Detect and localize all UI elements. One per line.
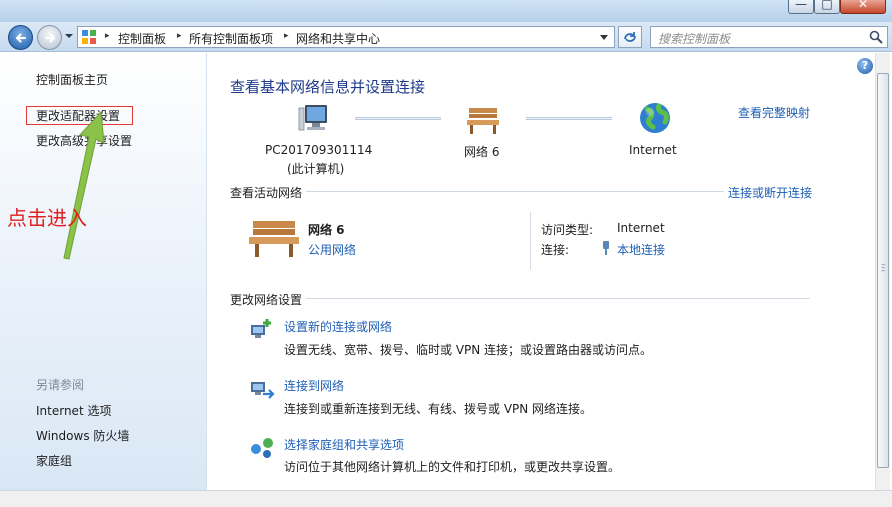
help-icon[interactable]: ? — [857, 58, 873, 74]
breadcrumb-separator-icon: ▸ — [105, 31, 110, 41]
breadcrumb-separator-icon: ▸ — [177, 31, 182, 41]
sidebar-item-windows-firewall[interactable]: Windows 防火墙 — [36, 427, 129, 444]
navigation-bar: ▸ 控制面板 ▸ 所有控制面板项 ▸ 网络和共享中心 搜索控制面板 — [0, 22, 892, 52]
network-map-label: 网络 6 — [464, 145, 500, 159]
access-type-value: Internet — [617, 221, 665, 235]
refresh-icon — [624, 32, 636, 42]
address-dropdown-icon[interactable] — [600, 35, 608, 40]
computer-sub-label: (此计算机) — [287, 162, 345, 176]
sidebar-item-advanced-sharing[interactable]: 更改高级共享设置 — [36, 132, 132, 149]
sidebar-item-control-panel-home[interactable]: 控制面板主页 — [36, 71, 108, 88]
task-desc-new-connection: 设置无线、宽带、拨号、临时或 VPN 连接；或设置路由器或访问点。 — [284, 343, 653, 357]
task-desc-homegroup-sharing: 访问位于其他网络计算机上的文件和打印机，或更改共享设置。 — [284, 460, 621, 474]
minimize-button[interactable]: — — [788, 0, 814, 14]
breadcrumb-all-items[interactable]: 所有控制面板项 — [189, 30, 273, 47]
annotation-highlight-box — [26, 106, 133, 125]
connect-disconnect-link[interactable]: 连接或断开连接 — [726, 184, 813, 201]
back-button[interactable] — [8, 25, 33, 50]
task-link-new-connection[interactable]: 设置新的连接或网络 — [284, 318, 392, 335]
close-icon: ✕ — [857, 0, 869, 11]
address-bar[interactable]: ▸ 控制面板 ▸ 所有控制面板项 ▸ 网络和共享中心 — [77, 26, 615, 48]
minimize-icon: — — [795, 0, 807, 11]
section-divider — [306, 298, 810, 299]
access-type-label: 访问类型: — [541, 223, 594, 237]
search-icon[interactable] — [869, 30, 883, 44]
back-arrow-icon — [15, 33, 27, 43]
local-connection-link[interactable]: 本地连接 — [617, 241, 665, 258]
forward-button[interactable] — [37, 25, 62, 50]
computer-name-label: PC201709301114 — [265, 143, 373, 157]
search-placeholder: 搜索控制面板 — [658, 32, 731, 46]
window-title-bar: — □ ✕ — [0, 0, 892, 22]
maximize-icon: □ — [821, 0, 833, 11]
internet-label: Internet — [629, 143, 677, 157]
see-full-map-link[interactable]: 查看完整映射 — [738, 104, 810, 121]
scrollbar-grip-icon: – – – — [881, 260, 886, 276]
network-type-link[interactable]: 公用网络 — [308, 241, 356, 258]
section-divider — [306, 191, 724, 192]
control-panel-icon — [82, 30, 96, 44]
active-network-name: 网络 6 — [308, 223, 345, 237]
new-connection-icon — [251, 319, 271, 338]
computer-icon — [298, 105, 327, 131]
sidebar-item-internet-options[interactable]: Internet 选项 — [36, 402, 111, 419]
sidebar-item-homegroup[interactable]: 家庭组 — [36, 452, 72, 469]
vertical-scrollbar[interactable]: – – – — [875, 53, 890, 490]
active-networks-heading: 查看活动网络 — [230, 186, 303, 200]
scrollbar-thumb[interactable]: – – – — [877, 73, 889, 468]
breadcrumb-control-panel[interactable]: 控制面板 — [118, 30, 166, 47]
search-input[interactable]: 搜索控制面板 — [650, 26, 888, 48]
connections-label: 连接: — [541, 243, 570, 257]
annotation-click-text: 点击进入 — [7, 206, 87, 230]
internet-globe-icon — [640, 103, 670, 133]
task-link-connect-to-network[interactable]: 连接到网络 — [284, 377, 344, 394]
page-title: 查看基本网络信息并设置连接 — [230, 78, 426, 96]
change-settings-heading: 更改网络设置 — [230, 293, 303, 307]
maximize-button[interactable]: □ — [814, 0, 840, 14]
task-link-homegroup-sharing[interactable]: 选择家庭组和共享选项 — [284, 436, 404, 453]
connect-to-network-icon — [251, 382, 275, 399]
breadcrumb-network-center[interactable]: 网络和共享中心 — [296, 30, 380, 47]
close-button[interactable]: ✕ — [840, 0, 886, 14]
see-also-heading: 另请参阅 — [36, 378, 85, 392]
refresh-button[interactable] — [618, 26, 642, 48]
network-bench-icon — [467, 108, 499, 134]
ethernet-plug-icon — [603, 241, 609, 255]
map-connection-line — [355, 117, 441, 120]
homegroup-sharing-icon — [251, 438, 273, 458]
vertical-divider — [530, 212, 531, 270]
map-connection-line — [526, 117, 612, 120]
recent-pages-dropdown-icon[interactable] — [64, 31, 74, 41]
network-bench-icon — [249, 221, 299, 257]
status-bar — [0, 490, 892, 507]
task-sidebar: 控制面板主页 更改适配器设置 更改高级共享设置 另请参阅 Internet 选项… — [0, 53, 207, 490]
task-desc-connect-to-network: 连接到或重新连接到无线、有线、拨号或 VPN 网络连接。 — [284, 402, 593, 416]
breadcrumb-separator-icon: ▸ — [284, 31, 289, 41]
forward-arrow-icon — [44, 33, 56, 43]
